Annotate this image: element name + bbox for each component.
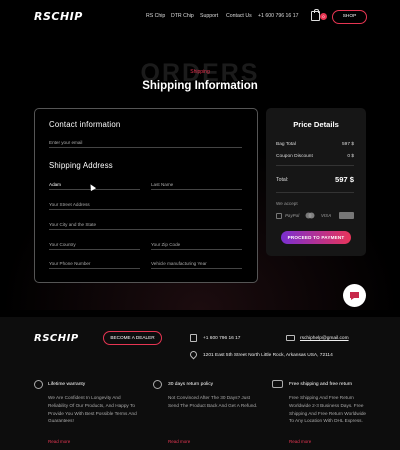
footer-address: 1201 East 5th Street North Little Rock, … — [203, 353, 333, 358]
nav-rs-chip[interactable]: RS Chip — [146, 13, 165, 19]
vehicle-year-field[interactable]: Vehicle manufacturing Year — [151, 260, 242, 269]
paypal-icon: PayPal — [285, 213, 300, 218]
free-shipping-text: Free Shipping And Free Return Worldwide … — [289, 395, 367, 424]
warranty-text: We Are Confident In Longevity And Reliab… — [48, 395, 137, 424]
price-details-title: Price Details — [293, 120, 339, 129]
footer-email[interactable]: rschiphelp@gmail.com — [300, 336, 349, 341]
clock-icon — [153, 380, 162, 389]
divider — [276, 192, 354, 193]
shipping-form: Contact information Enter your email Shi… — [34, 108, 258, 283]
page-title: Shipping Information — [142, 80, 258, 92]
footer-phone[interactable]: +1 600 796 16 17 — [203, 336, 240, 341]
pay-icon — [276, 213, 282, 219]
country-field[interactable]: Your Country — [49, 241, 140, 250]
we-accept-label: We accept — [276, 201, 298, 206]
site-footer: RSCHIP BECOME A DEALER +1 600 796 16 17 … — [0, 317, 400, 450]
last-name-field[interactable]: Last Name — [151, 181, 242, 190]
become-dealer-button[interactable]: BECOME A DEALER — [103, 331, 162, 345]
contact-info-title: Contact information — [49, 120, 121, 129]
nav-support[interactable]: Support — [200, 13, 218, 19]
email-field[interactable]: Enter your email — [49, 139, 242, 148]
proceed-to-payment-button[interactable]: PROCEED TO PAYMENT — [281, 231, 351, 244]
site-header: RSCHIP RS Chip DTR Chip Support Contact … — [0, 0, 400, 34]
mastercard-icon — [305, 212, 315, 219]
payment-methods: PayPal VISA — [276, 212, 356, 220]
nav-phone[interactable]: +1 600 796 16 17 — [258, 13, 299, 19]
street-address-field[interactable]: Your Street Address — [49, 201, 242, 210]
visa-icon: VISA — [321, 213, 332, 218]
bag-total-label: Bag Total — [276, 142, 296, 147]
location-icon — [188, 349, 199, 360]
amex-icon — [339, 212, 354, 219]
return-policy-text: Not Convinced After The 30 Days? Just Se… — [168, 395, 258, 408]
bag-total-value: 597 $ — [341, 142, 354, 147]
truck-icon — [272, 380, 283, 388]
warranty-read-more-link[interactable]: Read more — [48, 439, 70, 444]
breadcrumb[interactable]: Shipping — [0, 69, 400, 75]
free-shipping-title: Free shipping and free return — [289, 382, 353, 387]
logo[interactable]: RSCHIP — [34, 10, 83, 23]
return-policy-title: 30 days return policy — [168, 382, 214, 387]
divider — [276, 165, 354, 166]
zip-code-field[interactable]: Your Zip Code — [151, 241, 242, 250]
nav-contact-us[interactable]: Contact Us — [226, 13, 252, 19]
cart-icon[interactable] — [311, 9, 320, 21]
warranty-title: Lifetime warranty — [48, 382, 86, 387]
free-shipping-read-more-link[interactable]: Read more — [289, 439, 311, 444]
total-row: Total: 597 $ — [276, 175, 354, 185]
coupon-value: 0 $ — [347, 154, 354, 159]
return-policy-read-more-link[interactable]: Read more — [168, 439, 190, 444]
shop-button[interactable]: SHOP — [332, 10, 367, 24]
bag-total-row: Bag Total 597 $ — [276, 142, 354, 147]
total-label: Total: — [276, 177, 289, 183]
chat-icon — [350, 292, 359, 300]
coupon-label: Coupon Discount — [276, 154, 313, 159]
mail-icon — [286, 335, 295, 341]
chat-button[interactable] — [343, 284, 366, 307]
cart-count-badge: 0 — [320, 13, 327, 20]
footer-logo[interactable]: RSCHIP — [34, 333, 79, 344]
city-state-field[interactable]: Your City and the State — [49, 221, 242, 230]
shield-icon — [34, 380, 43, 389]
coupon-row: Coupon Discount 0 $ — [276, 154, 354, 159]
price-details-card: Price Details Bag Total 597 $ Coupon Dis… — [266, 108, 366, 256]
phone-number-field[interactable]: Your Phone Number — [49, 260, 140, 269]
total-value: 597 $ — [334, 175, 354, 184]
nav-dtr-chip[interactable]: DTR Chip — [171, 13, 194, 19]
phone-icon — [190, 334, 197, 342]
shipping-address-title: Shipping Address — [49, 161, 113, 170]
